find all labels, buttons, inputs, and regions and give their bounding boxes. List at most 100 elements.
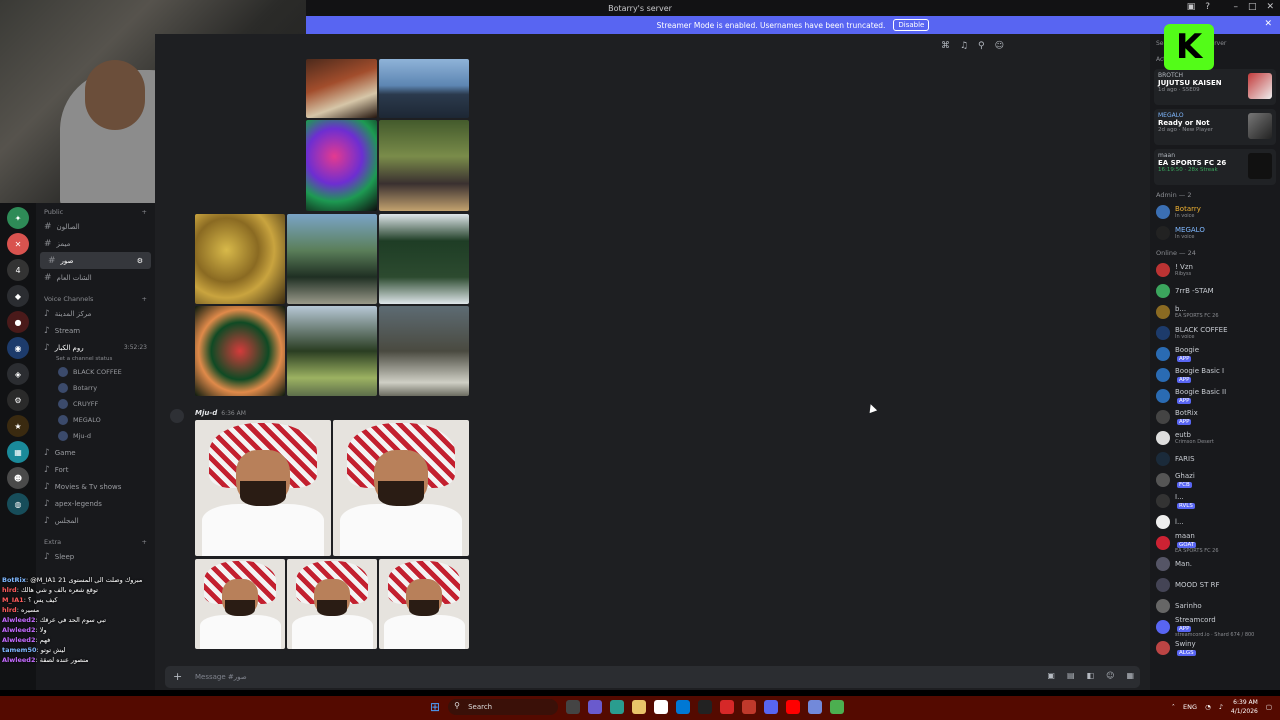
server-icon[interactable]: ▦ — [7, 441, 29, 463]
chrome-icon[interactable] — [830, 700, 845, 714]
pin-icon[interactable]: ⚲ — [978, 41, 985, 51]
member-row[interactable]: Boogie Basic II APP — [1150, 385, 1280, 406]
image-attachment[interactable] — [287, 559, 377, 649]
member-row[interactable]: Streamcord APP streamcord.io · Shard 674 /… — [1150, 616, 1280, 638]
minimize-icon[interactable]: – — [1233, 2, 1238, 12]
maximize-icon[interactable]: □ — [1248, 2, 1257, 12]
app-icon[interactable] — [742, 700, 757, 714]
member-row[interactable]: Swiny ALGS — [1150, 637, 1280, 658]
language-indicator[interactable]: ENG — [1183, 703, 1197, 711]
voice-category[interactable]: Voice Channels + — [36, 290, 155, 305]
member-row[interactable]: 7rrB -STAM — [1150, 280, 1280, 301]
discord-icon[interactable] — [764, 700, 779, 714]
voice-channel[interactable]: ♪ المجلس — [36, 512, 155, 529]
app-icon[interactable] — [808, 700, 823, 714]
mail-icon[interactable] — [676, 700, 691, 714]
server-icon[interactable]: ✕ — [7, 233, 29, 255]
member-row[interactable]: ! Vzn Ribyss — [1150, 259, 1280, 280]
app-icon[interactable] — [698, 700, 713, 714]
image-attachment[interactable] — [195, 420, 331, 556]
member-row[interactable]: Boogie APP — [1150, 343, 1280, 364]
image-attachment[interactable] — [195, 214, 285, 304]
member-row[interactable]: BotRix APP — [1150, 406, 1280, 427]
server-icon[interactable]: ✦ — [7, 207, 29, 229]
member-row[interactable]: BLACK COFFEE In voice — [1150, 322, 1280, 343]
image-attachment[interactable] — [379, 59, 469, 118]
channel-status[interactable]: Set a channel status — [36, 356, 155, 364]
member-row[interactable]: MOOD ST RF — [1150, 574, 1280, 595]
extra-category[interactable]: Extra + — [36, 533, 155, 548]
disable-button[interactable]: Disable — [893, 19, 930, 31]
clock[interactable]: 6:39 AM 4/1/2026 — [1231, 698, 1258, 716]
explorer-icon[interactable] — [632, 700, 647, 714]
threads-icon[interactable]: ⌘ — [941, 41, 950, 51]
server-icon[interactable]: ◈ — [7, 363, 29, 385]
member-row[interactable]: eutb Crimson Desert — [1150, 427, 1280, 448]
inbox-icon[interactable]: ▣ — [1187, 2, 1196, 12]
text-channel[interactable]: # الصالون — [36, 218, 155, 235]
taskbar-search[interactable]: ⚲ Search — [448, 699, 559, 715]
voice-member[interactable]: CRUYFF — [36, 396, 155, 412]
voice-member[interactable]: Mju-d — [36, 428, 155, 444]
voice-member[interactable]: MEGALO — [36, 412, 155, 428]
notification-icon[interactable]: ▢ — [1266, 703, 1272, 711]
gift-icon[interactable]: ▣ — [1047, 671, 1055, 680]
member-row[interactable]: maan GOAT EA SPORTS FC 26 — [1150, 532, 1280, 554]
settings-icon[interactable]: ⚙ — [137, 257, 143, 265]
app-icon[interactable] — [588, 700, 603, 714]
member-row[interactable]: Boogie Basic I APP — [1150, 364, 1280, 385]
activity-card[interactable]: MEGALO Ready or Not 2d ago · New Player — [1154, 109, 1276, 145]
banner-close-icon[interactable]: ✕ — [1264, 19, 1272, 29]
member-row[interactable]: l... — [1150, 511, 1280, 532]
server-icon[interactable]: ◆ — [7, 285, 29, 307]
activity-card[interactable]: BROTCH JUJUTSU KAISEN 1d ago · S5E09 — [1154, 69, 1276, 105]
volume-icon[interactable]: ♪ — [1219, 703, 1223, 711]
apps-icon[interactable]: ▦ — [1126, 671, 1134, 680]
sticker-icon[interactable]: ◧ — [1087, 671, 1095, 680]
image-attachment[interactable] — [306, 120, 377, 211]
image-attachment[interactable] — [306, 59, 377, 118]
text-channel[interactable]: # ميمز — [36, 235, 155, 252]
server-icon[interactable]: ● — [7, 311, 29, 333]
member-row[interactable]: Ghazi FCB — [1150, 469, 1280, 490]
member-row[interactable]: FARIS — [1150, 448, 1280, 469]
close-icon[interactable]: ✕ — [1266, 2, 1274, 12]
voice-channel[interactable]: ♪ مركز المدينة — [36, 305, 155, 322]
emoji-icon[interactable]: ☺ — [1106, 671, 1114, 680]
member-row[interactable]: I... RVLS — [1150, 490, 1280, 511]
image-attachment[interactable] — [379, 120, 469, 211]
member-row[interactable]: Botarry In voice — [1150, 201, 1280, 222]
server-icon[interactable]: ☻ — [7, 467, 29, 489]
public-category[interactable]: Public + — [36, 203, 155, 218]
server-icon[interactable]: ◉ — [7, 337, 29, 359]
bell-icon[interactable]: ♫ — [960, 41, 968, 51]
app-icon[interactable] — [720, 700, 735, 714]
text-channel[interactable]: # الشات العام — [36, 269, 155, 286]
activity-card[interactable]: maan EA SPORTS FC 26 16:19:50 · 28x Streak — [1154, 149, 1276, 185]
image-attachment[interactable] — [333, 420, 469, 556]
youtube-icon[interactable] — [786, 700, 801, 714]
voice-channel[interactable]: ♪ Game — [36, 444, 155, 461]
voice-channel-active[interactable]: ♪ روم الكبار 3:52:23 — [36, 339, 155, 356]
image-attachment[interactable] — [195, 306, 285, 396]
server-icon[interactable]: ◍ — [7, 493, 29, 515]
gif-icon[interactable]: ▤ — [1067, 671, 1075, 680]
member-row[interactable]: MEGALO In voice — [1150, 222, 1280, 243]
add-channel-icon[interactable]: + — [142, 295, 147, 303]
image-attachment[interactable] — [195, 559, 285, 649]
message-composer[interactable]: + Message #صور ▣ ▤ ◧ ☺ ▦ — [165, 666, 1140, 688]
image-attachment[interactable] — [379, 306, 469, 396]
image-attachment[interactable] — [287, 214, 377, 304]
image-attachment[interactable] — [379, 214, 469, 304]
server-icon[interactable]: ⚙ — [7, 389, 29, 411]
text-channel-active[interactable]: # صور ⚙ — [40, 252, 151, 269]
voice-channel[interactable]: ♪ Stream — [36, 322, 155, 339]
server-icon[interactable]: 4 — [7, 259, 29, 281]
edge-icon[interactable] — [610, 700, 625, 714]
image-attachment[interactable] — [287, 306, 377, 396]
tray-up-icon[interactable]: ˄ — [1172, 703, 1175, 711]
voice-channel[interactable]: ♪ Fort — [36, 461, 155, 478]
help-icon[interactable]: ? — [1205, 2, 1210, 12]
members-icon[interactable]: ☺ — [995, 41, 1004, 51]
image-attachment[interactable] — [379, 559, 469, 649]
